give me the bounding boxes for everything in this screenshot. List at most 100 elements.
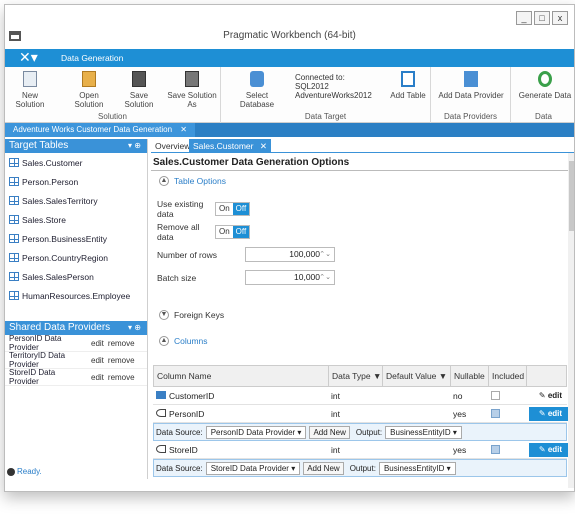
primary-key-icon: [156, 390, 166, 399]
edit-link[interactable]: edit: [91, 356, 104, 365]
included-cell: [488, 445, 526, 454]
target-tables-title: Target Tables: [9, 140, 69, 151]
included-checkbox[interactable]: [491, 409, 500, 418]
list-item[interactable]: Sales.Customer: [5, 153, 147, 172]
remove-link[interactable]: remove: [108, 373, 135, 382]
column-name-cell: PersonID: [153, 408, 328, 419]
toggle-on[interactable]: On: [216, 225, 233, 238]
add-new-button[interactable]: Add New: [309, 425, 350, 439]
close-icon[interactable]: ✕: [260, 141, 267, 151]
remove-all-toggle[interactable]: On Off: [215, 224, 251, 239]
open-folder-icon: [82, 71, 96, 87]
edit-label: edit: [547, 408, 563, 418]
edit-link[interactable]: edit: [91, 373, 104, 382]
list-item[interactable]: HumanResources.Employee: [5, 286, 147, 305]
add-data-provider-button[interactable]: Add Data Provider: [435, 71, 507, 100]
new-solution-button[interactable]: New Solution: [11, 71, 49, 109]
table-name: HumanResources.Employee: [22, 290, 131, 301]
add-data-provider-label: Add Data Provider: [438, 91, 504, 100]
table-options-expander[interactable]: ▲ Table Options: [151, 173, 574, 189]
spinner-icon[interactable]: ⌃⌄: [319, 271, 331, 284]
table-icon: [9, 196, 19, 205]
edit-button[interactable]: ✎ edit: [529, 442, 569, 457]
table-row[interactable]: CustomerID int no ✎ edit: [153, 387, 567, 405]
toggle-off[interactable]: Off: [232, 225, 250, 238]
close-icon[interactable]: ✕: [180, 125, 187, 134]
spinner-icon[interactable]: ⌃⌄: [319, 248, 331, 261]
select-database-label: Select Database: [239, 91, 275, 109]
list-item: TerritoryID Data Provider edit remove: [5, 351, 147, 369]
list-item[interactable]: Person.Person: [5, 172, 147, 191]
tab-data-generation[interactable]: Data Generation: [53, 49, 132, 67]
edit-button[interactable]: ✎ edit: [529, 406, 569, 421]
sales-customer-tab-label: Sales.Customer: [193, 141, 254, 151]
pin-icon[interactable]: ▾ ⊕: [128, 139, 141, 153]
list-item[interactable]: Person.CountryRegion: [5, 248, 147, 267]
included-checkbox[interactable]: [491, 391, 500, 400]
shared-providers-header: Shared Data Providers ▾ ⊕: [5, 321, 147, 335]
col-header-included[interactable]: Included: [489, 365, 527, 387]
batch-size-input[interactable]: 10,000 ⌃⌄: [245, 270, 335, 285]
edit-cell: ✎ edit: [526, 406, 569, 421]
table-icon: [9, 177, 19, 186]
tab-overview[interactable]: Overview: [151, 139, 194, 153]
column-name: PersonID: [169, 408, 205, 419]
add-table-button[interactable]: Add Table: [389, 71, 427, 100]
filter-icon[interactable]: ▼: [373, 371, 381, 381]
columns-table: Column Name Data Type ▼ Default Value ▼ …: [153, 365, 569, 477]
table-options-label: Table Options: [174, 176, 226, 186]
remove-link[interactable]: remove: [108, 339, 135, 348]
provider-name: StoreID Data Provider: [9, 368, 56, 386]
col-header-nullable[interactable]: Nullable: [451, 365, 489, 387]
close-button[interactable]: x: [552, 11, 568, 25]
columns-header: Column Name Data Type ▼ Default Value ▼ …: [153, 365, 567, 387]
section-title: Sales.Customer Data Generation Options: [151, 153, 574, 171]
toggle-on[interactable]: On: [216, 202, 233, 215]
add-table-label: Add Table: [390, 91, 426, 100]
table-row[interactable]: StoreID int yes ✎ edit: [153, 441, 569, 459]
list-item[interactable]: Person.BusinessEntity: [5, 229, 147, 248]
col-header-type[interactable]: Data Type ▼: [329, 365, 383, 387]
foreign-keys-label: Foreign Keys: [174, 310, 225, 320]
generate-data-button[interactable]: Generate Data: [515, 71, 574, 100]
list-item[interactable]: Sales.Store: [5, 210, 147, 229]
tab-adventure-works-document[interactable]: Adventure Works Customer Data Generation…: [5, 123, 195, 137]
col-header-name[interactable]: Column Name: [154, 365, 329, 387]
table-name: Person.BusinessEntity: [22, 233, 108, 244]
col-header-default[interactable]: Default Value ▼: [383, 365, 451, 387]
pin-icon[interactable]: ▾ ⊕: [128, 321, 141, 335]
tab-sales-customer[interactable]: Sales.Customer ✕: [189, 139, 271, 153]
table-row[interactable]: PersonID int yes ✎ edit: [153, 405, 569, 423]
save-solution-as-button[interactable]: Save Solution As: [165, 71, 219, 109]
list-item[interactable]: Sales.SalesPerson: [5, 267, 147, 286]
vertical-scrollbar[interactable]: [568, 153, 574, 488]
remove-link[interactable]: remove: [108, 356, 135, 365]
filter-icon[interactable]: ▼: [439, 371, 447, 381]
generate-data-label: Generate Data: [518, 91, 572, 100]
columns-expander[interactable]: ▲ Columns: [151, 333, 574, 349]
scrollbar-thumb[interactable]: [569, 161, 574, 231]
maximize-button[interactable]: □: [534, 11, 550, 25]
toggle-off[interactable]: Off: [232, 202, 250, 215]
foreign-keys-expander[interactable]: ▼ Foreign Keys: [151, 307, 574, 323]
database-name: AdventureWorks2012: [295, 91, 372, 100]
select-database-button[interactable]: Select Database: [229, 71, 285, 109]
edit-button[interactable]: ✎ edit: [529, 389, 569, 403]
output-select[interactable]: BusinessEntityID ▾: [385, 425, 462, 439]
use-existing-label: Use existing data: [157, 198, 204, 219]
output-select[interactable]: BusinessEntityID ▾: [378, 461, 456, 475]
data-source-select[interactable]: StoreID Data Provider ▾: [205, 461, 301, 475]
use-existing-toggle[interactable]: On Off: [215, 201, 251, 216]
data-source-select[interactable]: PersonID Data Provider ▾: [205, 425, 307, 439]
included-checkbox[interactable]: [491, 445, 500, 454]
new-document-icon: [23, 71, 37, 87]
save-solution-button[interactable]: Save Solution: [117, 71, 161, 109]
output-value: BusinessEntityID: [390, 427, 451, 437]
number-of-rows-input[interactable]: 100,000 ⌃⌄: [245, 247, 335, 262]
open-solution-button[interactable]: Open Solution: [67, 71, 111, 109]
minimize-button[interactable]: _: [516, 11, 532, 25]
add-new-button[interactable]: Add New: [303, 461, 344, 475]
list-item[interactable]: Sales.SalesTerritory: [5, 191, 147, 210]
edit-link[interactable]: edit: [91, 339, 104, 348]
file-menu-icon[interactable]: ✕▾: [13, 49, 53, 67]
